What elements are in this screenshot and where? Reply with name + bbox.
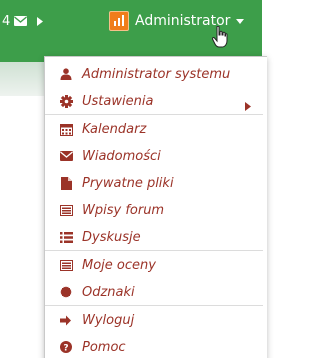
avatar (109, 11, 129, 31)
grades-icon (59, 258, 73, 272)
menu-item-moje-oceny[interactable]: Moje oceny (45, 254, 263, 276)
question-circle-icon: ? (59, 340, 73, 354)
menu-item-label: Kalendarz (82, 121, 147, 137)
menu-item-label: Prywatne pliki (82, 175, 174, 191)
menu-item-label: Odznaki (82, 284, 135, 300)
svg-text:?: ? (63, 343, 68, 353)
file-icon (59, 176, 73, 190)
menu-item-administrator-systemu[interactable]: Administrator systemu (45, 63, 263, 85)
menu-divider (45, 305, 263, 306)
submenu-arrow-icon (245, 96, 251, 115)
menu-item-wyloguj[interactable]: Wyloguj (45, 309, 263, 331)
list-icon (59, 230, 73, 244)
menu-item-pomoc[interactable]: ? Pomoc (45, 336, 263, 358)
menu-divider (45, 114, 263, 115)
menu-item-label: Wyloguj (82, 312, 135, 328)
menu-item-label: Wpisy forum (82, 202, 165, 218)
calendar-icon (59, 122, 73, 136)
menu-item-label: Ustawienia (82, 93, 154, 109)
menu-divider (45, 250, 263, 251)
mouse-cursor-icon (211, 25, 228, 52)
menu-item-label: Dyskusje (82, 229, 141, 245)
menu-item-label: Moje oceny (82, 257, 156, 273)
menu-item-wiadomosci[interactable]: Wiadomości (45, 145, 263, 167)
gear-icon (59, 94, 73, 108)
envelope-icon (59, 149, 73, 163)
menu-item-ustawienia[interactable]: Ustawienia (45, 90, 263, 112)
list-alt-icon (59, 203, 73, 217)
menu-item-dyskusje[interactable]: Dyskusje (45, 226, 263, 248)
envelope-icon (14, 16, 28, 26)
menu-item-prywatne-pliki[interactable]: Prywatne pliki (45, 172, 263, 194)
menu-item-label: Wiadomości (82, 148, 161, 164)
page: 4 Administrator Administrator systemu Us… (0, 0, 267, 358)
caret-down-icon (236, 18, 245, 24)
message-count: 4 (2, 13, 11, 29)
user-dropdown-menu: Administrator systemu Ustawienia Kalenda… (44, 56, 267, 358)
arrow-right-icon[interactable] (37, 16, 44, 26)
menu-item-label: Pomoc (82, 339, 126, 355)
user-icon (59, 67, 73, 81)
menu-item-kalendarz[interactable]: Kalendarz (45, 118, 263, 140)
menu-item-odznaki[interactable]: Odznaki (45, 281, 263, 303)
menu-item-wpisy-forum[interactable]: Wpisy forum (45, 199, 263, 221)
menu-item-label: Administrator systemu (82, 66, 231, 82)
certificate-icon (59, 285, 73, 299)
sign-out-icon (59, 313, 73, 327)
navbar-shadow (0, 62, 44, 96)
messages-toggle[interactable]: 4 (0, 10, 44, 32)
